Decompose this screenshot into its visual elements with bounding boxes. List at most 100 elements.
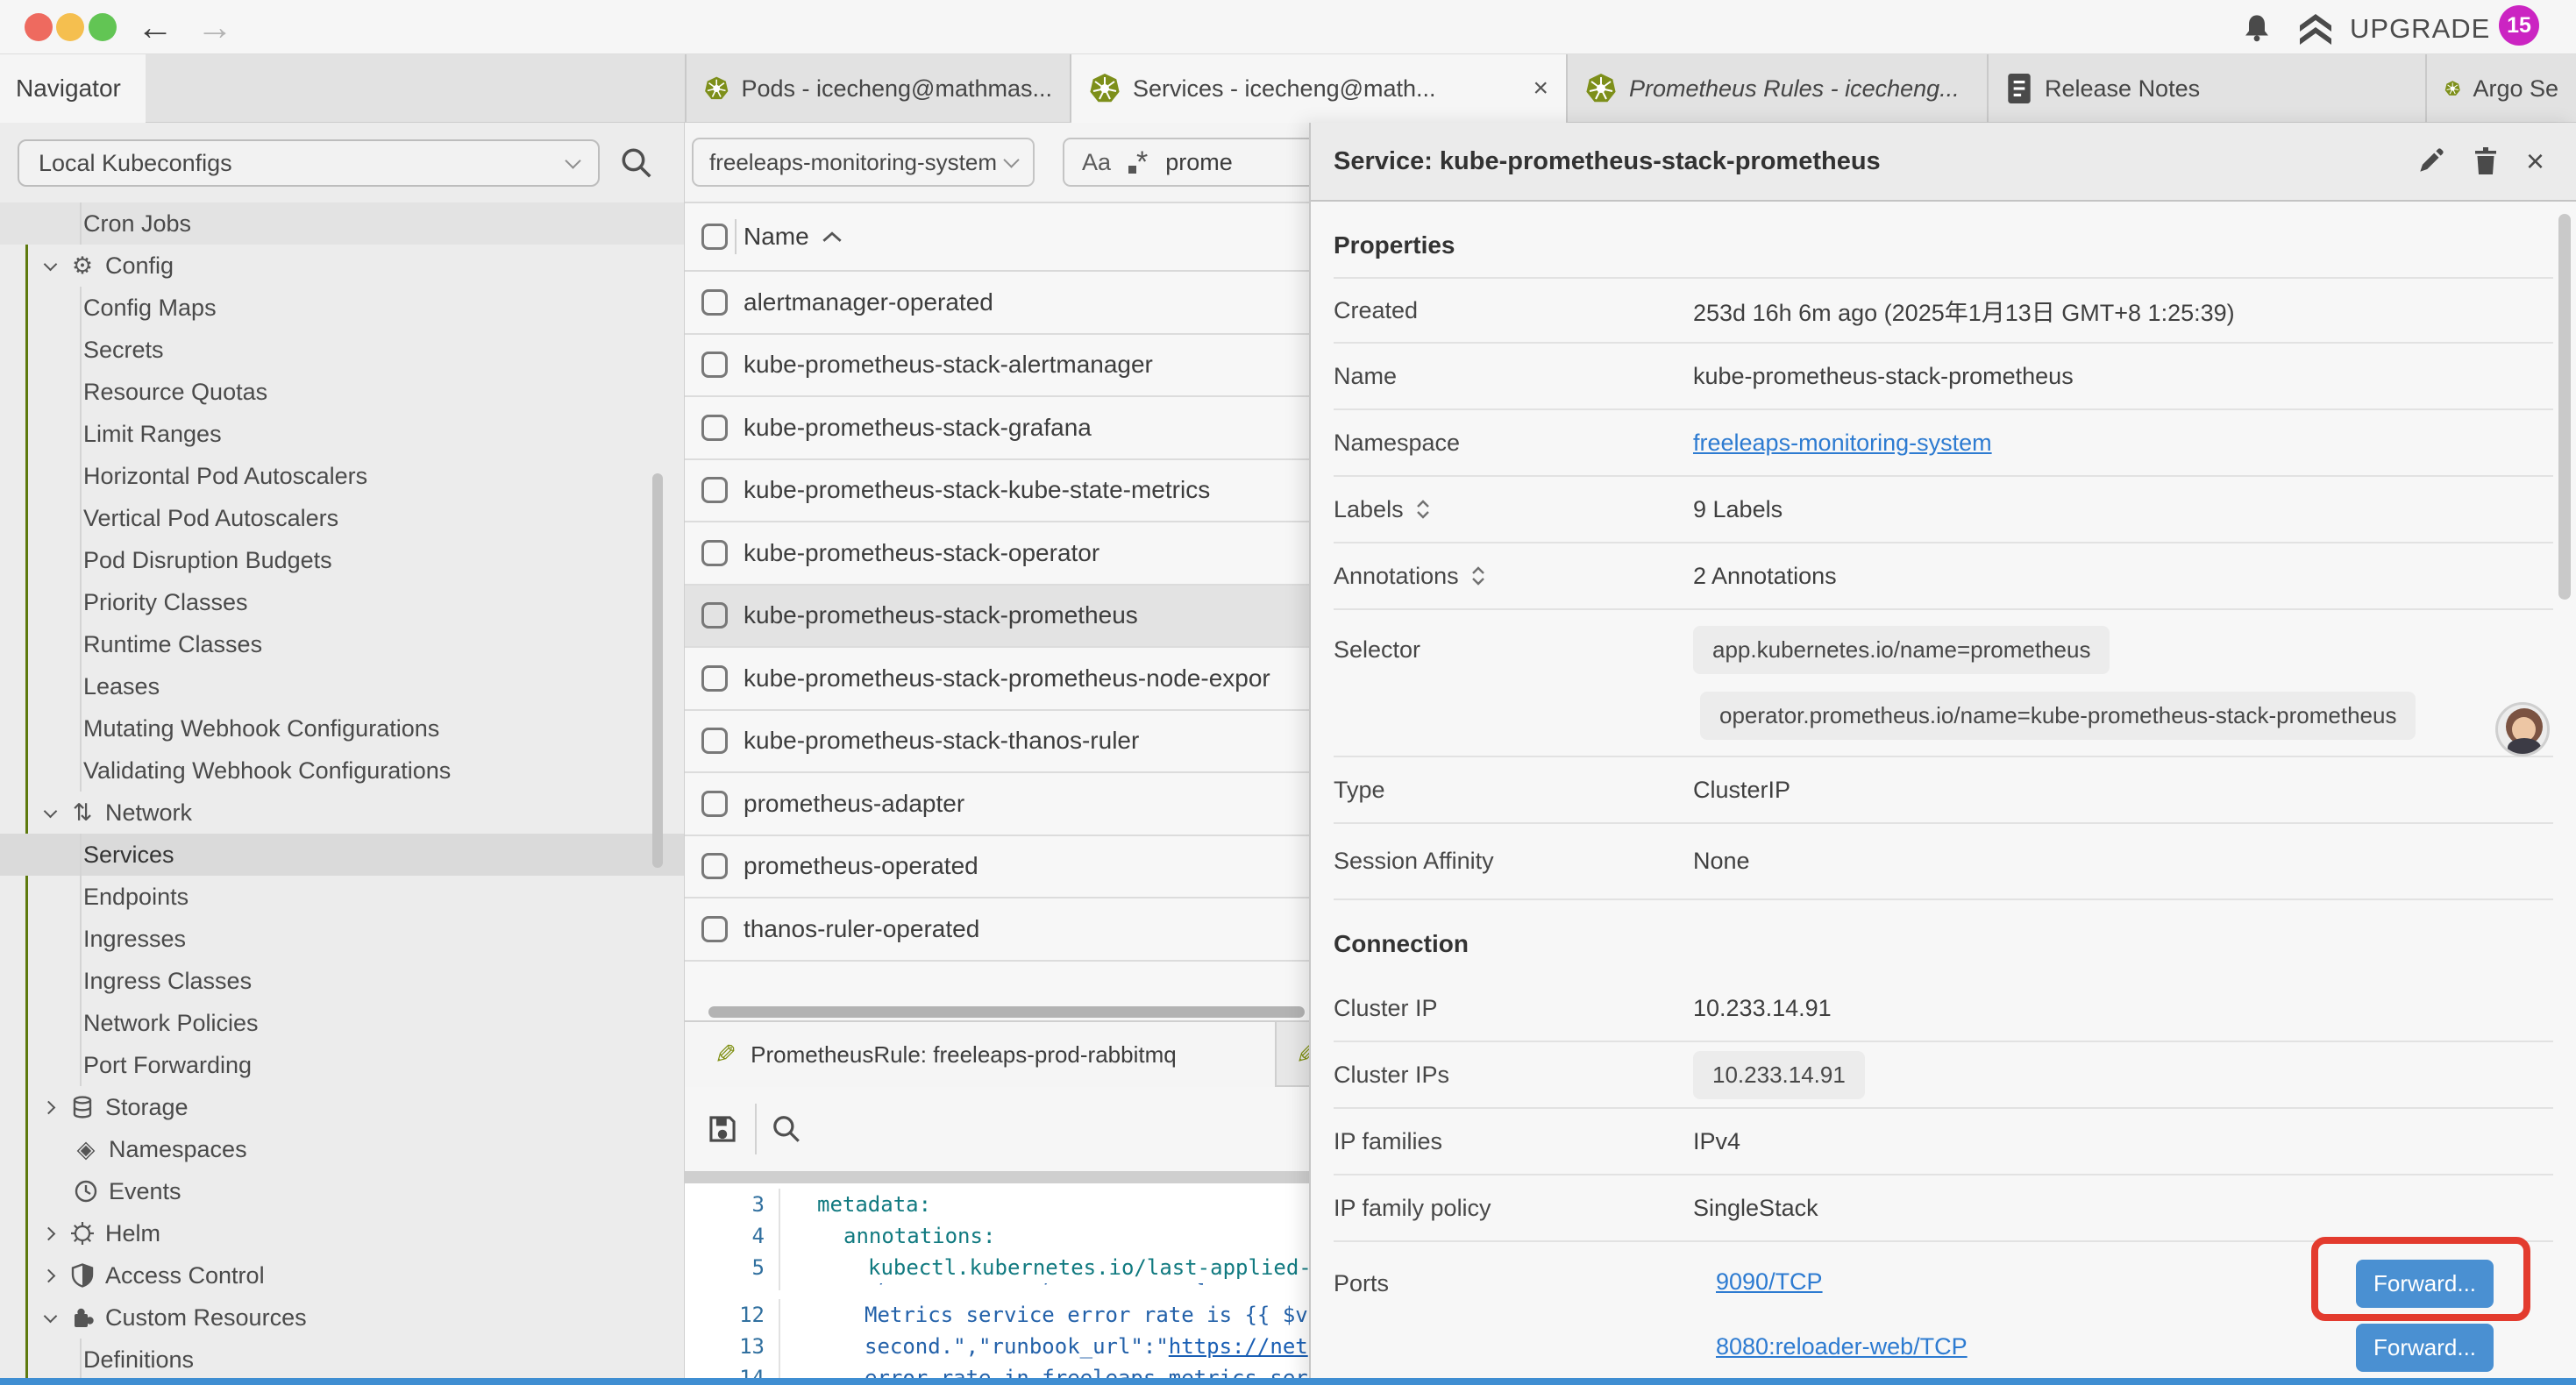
namespace-link[interactable]: freeleaps-monitoring-system [1693, 430, 1992, 457]
tab-argo[interactable]: Argo Se [2427, 54, 2576, 123]
row-checkbox[interactable] [701, 540, 728, 566]
sidebar-scrollbar-thumb[interactable] [652, 473, 663, 868]
chevron-right-icon[interactable] [39, 1229, 61, 1239]
sidebar-item-runtime-classes[interactable]: Runtime Classes [0, 623, 684, 665]
chevron-down-icon[interactable] [39, 810, 61, 816]
name-column-header[interactable]: Name [744, 223, 809, 251]
forward-button-8080[interactable]: Forward... [2356, 1324, 2494, 1372]
runbook-url-link[interactable]: https://net [1169, 1334, 1308, 1359]
row-checkbox[interactable] [701, 853, 728, 879]
table-row[interactable]: prometheus-operated [685, 836, 1309, 899]
close-window-button[interactable] [25, 13, 53, 41]
labels-count[interactable]: 9 Labels [1693, 496, 1783, 523]
sidebar-item-vertical-pod-autoscalers[interactable]: Vertical Pod Autoscalers [0, 497, 684, 539]
sidebar-item-definitions[interactable]: Definitions [0, 1339, 684, 1381]
sidebar-item-events[interactable]: Events [0, 1170, 684, 1212]
editor-tab-prometheusrule[interactable]: ✎ PrometheusRule: freeleaps-prod-rabbitm… [685, 1022, 1277, 1087]
annotations-count[interactable]: 2 Annotations [1693, 563, 1837, 590]
notifications-bell-icon[interactable] [2241, 12, 2273, 44]
editor-tab-partial[interactable]: ✎ [1278, 1022, 1309, 1087]
match-case-toggle[interactable]: Aa [1082, 149, 1111, 176]
expand-collapse-icon[interactable] [1414, 496, 1432, 522]
sidebar-group-network[interactable]: ⇅ Network [0, 792, 684, 834]
table-row[interactable]: kube-prometheus-stack-thanos-ruler [685, 711, 1309, 774]
port-link-8080[interactable]: 8080:reloader-web/TCP [1716, 1333, 1968, 1360]
table-row[interactable]: kube-prometheus-stack-grafana [685, 397, 1309, 460]
close-panel-icon[interactable]: × [2526, 146, 2544, 177]
sidebar-item-cron-jobs[interactable]: Cron Jobs [0, 202, 684, 245]
back-arrow-icon[interactable]: ← [137, 4, 174, 51]
sidebar-item-ingresses[interactable]: Ingresses [0, 918, 684, 960]
table-row-selected[interactable]: kube-prometheus-stack-prometheus [685, 586, 1309, 649]
table-row[interactable]: thanos-ruler-operated [685, 898, 1309, 962]
row-checkbox[interactable] [701, 415, 728, 441]
table-row[interactable]: kube-prometheus-stack-kube-state-metrics [685, 460, 1309, 523]
delete-trash-icon[interactable] [2472, 146, 2500, 176]
tab-prometheus-rules[interactable]: Prometheus Rules - icecheng... [1568, 54, 1989, 123]
sidebar-item-horizontal-pod-autoscalers[interactable]: Horizontal Pod Autoscalers [0, 455, 684, 497]
expand-collapse-icon[interactable] [1469, 563, 1487, 589]
forward-arrow-icon[interactable]: → [196, 4, 233, 51]
tab-pods[interactable]: Pods - icecheng@mathmas... [685, 54, 1071, 123]
sidebar-item-leases[interactable]: Leases [0, 665, 684, 707]
sidebar-item-network-policies[interactable]: Network Policies [0, 1002, 684, 1044]
sidebar-item-pod-disruption-budgets[interactable]: Pod Disruption Budgets [0, 539, 684, 581]
select-all-checkbox[interactable] [701, 224, 728, 250]
regex-toggle-icon[interactable]: * [1128, 150, 1148, 174]
tab-services-active[interactable]: Services - icecheng@math... × [1071, 54, 1568, 123]
sidebar-group-access-control[interactable]: Access Control [0, 1254, 684, 1296]
sidebar-item-config-maps[interactable]: Config Maps [0, 287, 684, 329]
yaml-editor[interactable]: 3metadata: 4annotations: 5kubectl.kubern… [685, 1183, 1309, 1385]
minimize-window-button[interactable] [56, 13, 84, 41]
upgrade-button[interactable]: UPGRADE [2295, 11, 2490, 47]
sidebar-group-helm[interactable]: Helm [0, 1212, 684, 1254]
details-scrollbar-thumb[interactable] [2558, 214, 2571, 600]
close-tab-icon[interactable]: × [1533, 74, 1548, 103]
sidebar-item-limit-ranges[interactable]: Limit Ranges [0, 413, 684, 455]
row-checkbox[interactable] [701, 602, 728, 629]
kubeconfig-selector[interactable]: Local Kubeconfigs [18, 139, 600, 187]
table-row[interactable]: kube-prometheus-stack-prometheus-node-ex… [685, 648, 1309, 711]
sidebar-group-storage[interactable]: Storage [0, 1086, 684, 1128]
table-row[interactable]: kube-prometheus-stack-alertmanager [685, 335, 1309, 398]
sidebar-item-secrets[interactable]: Secrets [0, 329, 684, 371]
row-checkbox[interactable] [701, 352, 728, 378]
namespace-filter-dropdown[interactable]: freeleaps-monitoring-system [692, 138, 1035, 187]
sidebar-group-config[interactable]: ⚙ Config [0, 245, 684, 287]
chevron-right-icon[interactable] [39, 1271, 61, 1281]
row-checkbox[interactable] [701, 477, 728, 503]
chevron-down-icon[interactable] [39, 263, 61, 269]
sidebar-item-mutating-webhook-configurations[interactable]: Mutating Webhook Configurations [0, 707, 684, 749]
sidebar-item-namespaces[interactable]: ◈ Namespaces [0, 1128, 684, 1170]
edit-pencil-icon[interactable] [2416, 146, 2445, 176]
sidebar-item-priority-classes[interactable]: Priority Classes [0, 581, 684, 623]
table-row[interactable]: prometheus-adapter [685, 773, 1309, 836]
row-checkbox[interactable] [701, 665, 728, 692]
row-checkbox[interactable] [701, 916, 728, 942]
sidebar-item-validating-webhook-configurations[interactable]: Validating Webhook Configurations [0, 749, 684, 792]
selector-chip[interactable]: operator.prometheus.io/name=kube-prometh… [1700, 692, 2416, 740]
selector-chip[interactable]: app.kubernetes.io/name=prometheus [1693, 626, 2110, 674]
search-input[interactable]: Aa * prome [1063, 138, 1309, 187]
sidebar-item-endpoints[interactable]: Endpoints [0, 876, 684, 918]
horizontal-scrollbar-thumb[interactable] [708, 1006, 1305, 1018]
sidebar-item-resource-quotas[interactable]: Resource Quotas [0, 371, 684, 413]
table-row[interactable]: alertmanager-operated [685, 272, 1309, 335]
sidebar-group-custom-resources[interactable]: Custom Resources [0, 1296, 684, 1339]
sidebar-item-ingress-classes[interactable]: Ingress Classes [0, 960, 684, 1002]
notification-count-badge[interactable]: 15 [2499, 5, 2539, 46]
chevron-down-icon[interactable] [39, 1315, 61, 1321]
row-checkbox[interactable] [701, 728, 728, 754]
navigator-panel-tab[interactable]: Navigator [0, 54, 146, 123]
editor-search-icon[interactable] [771, 1113, 802, 1145]
sidebar-item-port-forwarding[interactable]: Port Forwarding [0, 1044, 684, 1086]
maximize-window-button[interactable] [89, 13, 117, 41]
user-avatar[interactable] [2495, 702, 2550, 756]
row-checkbox[interactable] [701, 289, 728, 316]
row-checkbox[interactable] [701, 791, 728, 817]
tab-release-notes[interactable]: Release Notes [1989, 54, 2427, 123]
sidebar-search-icon[interactable] [619, 146, 654, 181]
save-icon[interactable] [706, 1112, 739, 1146]
sidebar-item-services-selected[interactable]: Services [0, 834, 684, 876]
table-row[interactable]: kube-prometheus-stack-operator [685, 522, 1309, 586]
